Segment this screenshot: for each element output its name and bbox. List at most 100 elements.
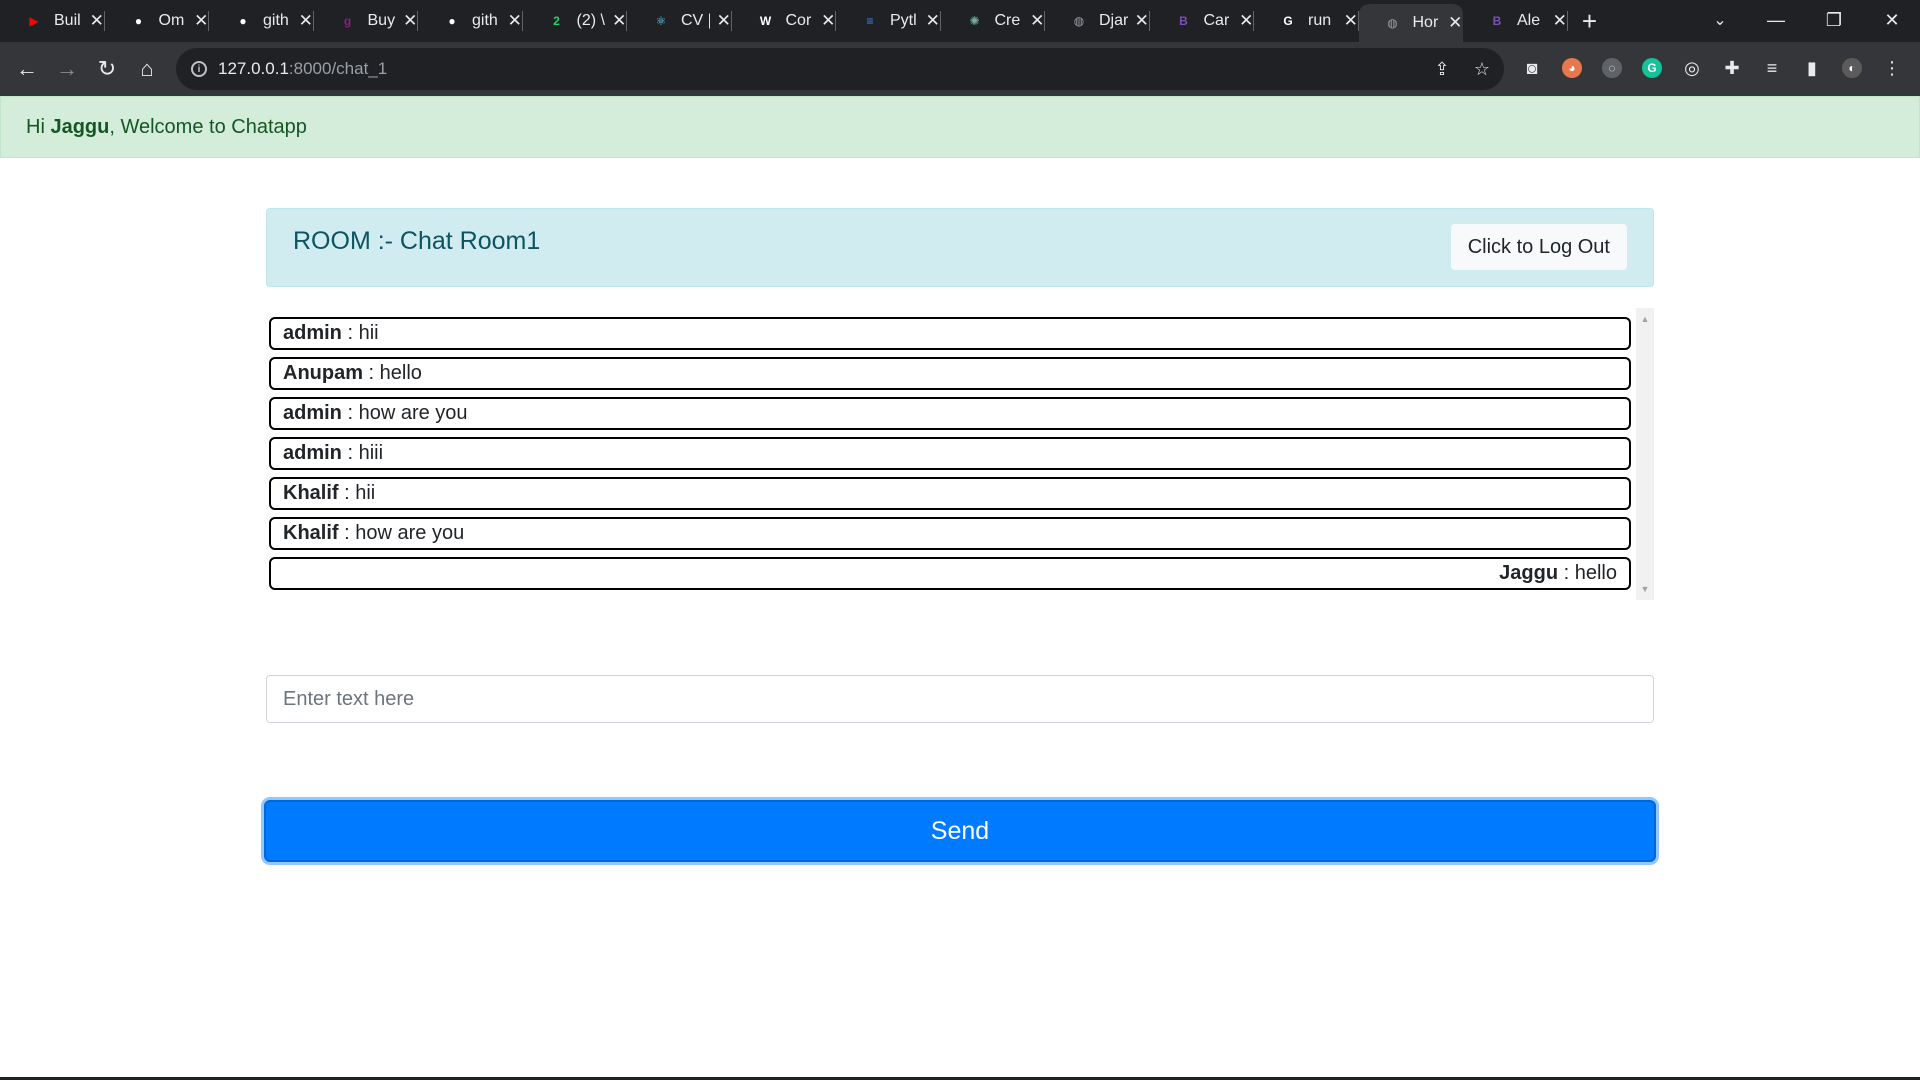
tab-title: Pytl [890,12,917,29]
send-button[interactable]: Send [264,800,1656,862]
browser-tab-strip: ▶ Buil ✕ ● Om ✕ ● gith ✕ g Buy ✕ ● gith ✕ 2 (2) \ ✕ ⚛ CV | ✕… [0,0,1920,42]
media-control-icon[interactable]: ≡ [1758,54,1786,82]
room-header: ROOM :- Chat Room1 Click to Log Out [266,208,1654,287]
tab-close-icon[interactable]: ✕ [194,11,209,30]
tab-title: gith [472,12,498,29]
scroll-down-arrow-icon[interactable]: ▼ [1636,580,1654,598]
back-icon[interactable]: ← [10,52,44,86]
browser-tab[interactable]: ● gith ✕ [209,0,314,42]
message-author: Khalif [283,522,339,544]
browser-tab[interactable]: ◍ Hor ✕ [1358,4,1463,42]
tab-close-icon[interactable]: ✕ [298,11,313,30]
browser-tab[interactable]: ● gith ✕ [418,0,523,42]
tab-close-icon[interactable]: ✕ [1134,11,1149,30]
restore-icon[interactable]: ❐ [1806,0,1862,40]
forward-icon[interactable]: → [50,52,84,86]
tab-close-icon[interactable]: ✕ [1030,11,1045,30]
chat-message: Khalif : how are you [269,517,1631,550]
welcome-alert: Hi Jaggu, Welcome to Chatapp [0,96,1920,158]
close-window-icon[interactable]: ✕ [1864,0,1920,40]
message-author: admin [283,402,342,424]
room-title: ROOM :- Chat Room1 [293,227,541,255]
react-icon: ⚛ [655,14,667,28]
message-text: : hii [338,482,376,504]
message-input[interactable] [266,675,1654,723]
url-text[interactable]: 127.0.0.1:8000/chat_1 [218,59,387,79]
page-content: Hi Jaggu, Welcome to Chatapp ROOM :- Cha… [0,96,1920,1080]
tab-title: Buy [367,12,396,29]
bootstrap-icon: B [1492,14,1502,28]
tab-close-icon[interactable]: ✕ [507,11,522,30]
tab-search-icon[interactable]: ⌄ [1706,8,1734,32]
tab-list: ▶ Buil ✕ ● Om ✕ ● gith ✕ g Buy ✕ ● gith ✕ 2 (2) \ ✕ ⚛ CV | ✕… [0,0,1568,42]
browser-tab[interactable]: 2 (2) \ ✕ [523,0,627,42]
minimize-icon[interactable]: — [1748,0,1804,40]
browser-tab[interactable]: B Ale ✕ [1463,0,1568,42]
tab-title: Hor [1412,14,1439,31]
message-list: admin : hii Anupam : hello admin : how are… [266,308,1636,600]
tab-title: gith [263,12,289,29]
whatsapp-icon: 2 [553,14,560,28]
message-author: Anupam [283,362,363,384]
browser-tab[interactable]: B Car ✕ [1150,0,1254,42]
buy-site-icon: g [343,14,352,28]
browser-tab[interactable]: Grun ✕ [1254,0,1359,42]
tab-close-icon[interactable]: ✕ [925,11,940,30]
browser-tab[interactable]: ● Om ✕ [105,0,209,42]
address-bar[interactable]: i 127.0.0.1:8000/chat_1 ⇪ ☆ [176,48,1504,90]
github-icon: ● [448,14,456,28]
chat-message: admin : how are you [269,397,1631,430]
browser-tab[interactable]: W Cor ✕ [732,0,836,42]
tab-close-icon[interactable]: ✕ [89,11,104,30]
tab-close-icon[interactable]: ✕ [403,11,418,30]
share-icon[interactable]: ⇪ [1429,57,1455,81]
side-panel-icon[interactable]: ▮ [1798,54,1826,82]
tab-close-icon[interactable]: ✕ [821,11,836,30]
browser-tab[interactable]: ⚛ CV | ✕ [627,0,732,42]
chat-log[interactable]: admin : hii Anupam : hello admin : how are… [266,308,1654,600]
chat-scrollbar[interactable]: ▲ ▼ [1636,308,1654,600]
tab-close-icon[interactable]: ✕ [716,11,731,30]
reload-icon[interactable]: ↻ [90,52,124,86]
globe-icon: ◍ [1073,14,1085,28]
browser-tab[interactable]: g Buy ✕ [314,0,418,42]
tab-close-icon[interactable]: ✕ [612,11,627,30]
welcome-prefix: Hi [26,116,51,138]
tab-close-icon[interactable]: ✕ [1448,13,1463,32]
message-author: Khalif [283,482,339,504]
home-icon[interactable]: ⌂ [130,52,164,86]
extensions-puzzle-icon[interactable]: ✚ [1718,54,1746,82]
target-extension-icon[interactable]: ◎ [1678,54,1706,82]
tab-title: Ale [1517,12,1541,29]
bookmark-star-icon[interactable]: ☆ [1469,57,1495,81]
tab-title: Djar [1099,12,1129,29]
camera-extension-icon[interactable]: ◙ [1518,54,1546,82]
site-info-icon[interactable]: i [188,58,210,80]
google-docs-icon: ≡ [866,14,874,28]
extension-gray-icon[interactable]: ◌ [1598,54,1626,82]
profile-avatar[interactable]: ◐ [1838,54,1866,82]
tab-close-icon[interactable]: ✕ [1239,11,1254,30]
chat-message: Anupam : hello [269,357,1631,390]
chatgpt-icon: ✺ [969,14,980,28]
grammarly-icon[interactable]: G [1638,54,1666,82]
chat-message: Khalif : hii [269,477,1631,510]
message-text: : hii [341,322,379,344]
browser-tab[interactable]: ≡ Pytl ✕ [836,0,941,42]
extension-face-icon[interactable]: ◕ [1558,54,1586,82]
tab-close-icon[interactable]: ✕ [1552,11,1567,30]
github-icon: ● [239,14,247,28]
tab-title: Cor [785,12,812,29]
tab-close-icon[interactable]: ✕ [1343,11,1358,30]
browser-tab[interactable]: ◍ Djar ✕ [1045,0,1150,42]
tab-title: (2) \ [576,12,605,29]
browser-tab[interactable]: ▶ Buil ✕ [0,0,105,42]
chat-message: admin : hii [269,317,1631,350]
scroll-up-arrow-icon[interactable]: ▲ [1636,310,1654,328]
tab-title: run [1308,12,1332,29]
browser-menu-icon[interactable]: ⋮ [1878,54,1906,82]
welcome-username: Jaggu [50,116,110,138]
logout-button[interactable]: Click to Log Out [1450,224,1627,270]
browser-tab[interactable]: ✺ Cre ✕ [941,0,1045,42]
new-tab-button[interactable]: + [1568,0,1612,42]
